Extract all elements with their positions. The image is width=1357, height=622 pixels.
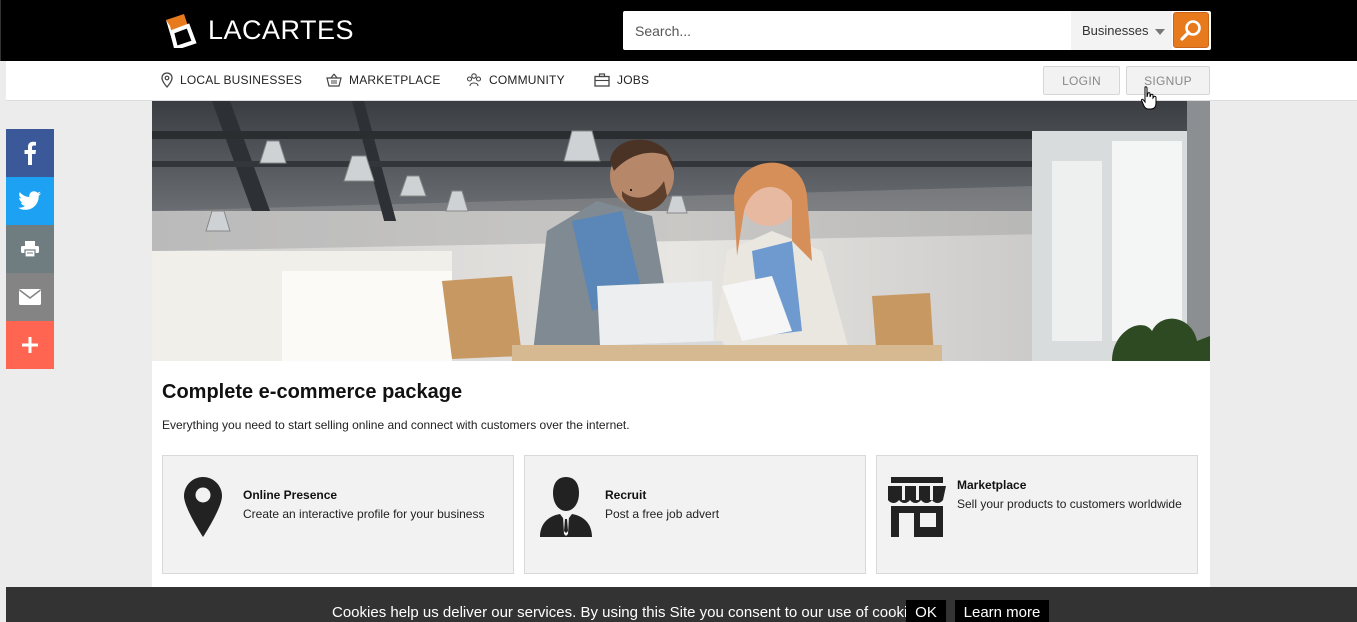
search-category-select[interactable]: Businesses — [1071, 11, 1172, 50]
nav-item-label: MARKETPLACE — [349, 73, 441, 87]
logo-text: LACARTES — [208, 14, 355, 45]
card-title: Recruit — [605, 488, 647, 502]
social-share-bar — [6, 129, 54, 369]
twitter-share-button[interactable] — [6, 177, 54, 225]
community-icon — [466, 73, 482, 87]
chevron-down-icon — [1155, 28, 1166, 35]
top-bar: LACARTES Businesses — [0, 0, 1357, 61]
cookie-learn-more-button[interactable]: Learn more — [955, 600, 1049, 622]
nav-item-label: LOCAL BUSINESSES — [180, 73, 303, 87]
logo-mark-icon — [166, 14, 197, 48]
cookie-message: Cookies help us deliver our services. By… — [332, 604, 928, 621]
facebook-icon — [24, 141, 36, 165]
search-input[interactable] — [623, 11, 1071, 50]
feature-card-online-presence[interactable]: Online Presence Create an interactive pr… — [162, 455, 514, 574]
print-icon — [21, 241, 39, 258]
feature-card-recruit[interactable]: Recruit Post a free job advert — [524, 455, 866, 574]
search-bar: Businesses — [623, 11, 1211, 50]
card-title: Online Presence — [243, 488, 338, 502]
plus-icon — [22, 337, 38, 353]
main-content: Complete e-commerce package Everything y… — [152, 101, 1210, 622]
briefcase-icon — [594, 73, 610, 87]
hand-cursor-icon — [1141, 86, 1157, 110]
search-category-label: Businesses — [1082, 23, 1149, 38]
email-share-button[interactable] — [6, 273, 54, 321]
print-share-button[interactable] — [6, 225, 54, 273]
hero-image — [152, 101, 1210, 361]
cookie-banner: Cookies help us deliver our services. By… — [6, 587, 1357, 622]
card-description: Post a free job advert — [605, 507, 720, 521]
cookie-ok-button[interactable]: OK — [906, 600, 946, 622]
nav-item-community[interactable]: COMMUNITY — [466, 61, 565, 99]
basket-icon — [326, 73, 342, 87]
card-description: Sell your products to customers worldwid… — [957, 497, 1182, 511]
nav-item-label: COMMUNITY — [489, 73, 565, 87]
nav-item-jobs[interactable]: JOBS — [594, 61, 649, 99]
login-button[interactable]: LOGIN — [1043, 66, 1120, 95]
nav-item-label: JOBS — [617, 73, 650, 87]
twitter-icon — [18, 191, 41, 210]
businessman-icon — [540, 477, 592, 537]
page-subtitle: Everything you need to start selling onl… — [162, 418, 630, 432]
facebook-share-button[interactable] — [6, 129, 54, 177]
card-description: Create an interactive profile for your b… — [243, 507, 485, 521]
email-icon — [19, 289, 41, 305]
feature-card-marketplace[interactable]: Marketplace Sell your products to custom… — [876, 455, 1198, 574]
card-title: Marketplace — [957, 478, 1027, 492]
location-pin-icon — [184, 477, 222, 537]
signup-button[interactable]: SIGNUP — [1126, 66, 1210, 95]
more-share-button[interactable] — [6, 321, 54, 369]
page-title: Complete e-commerce package — [162, 381, 463, 403]
logo[interactable]: LACARTES — [162, 10, 354, 50]
nav-item-marketplace[interactable]: MARKETPLACE — [326, 61, 441, 99]
search-icon — [1180, 20, 1201, 41]
search-button[interactable] — [1173, 12, 1209, 48]
map-pin-icon — [161, 72, 173, 88]
storefront-icon — [888, 477, 946, 537]
nav-item-local-businesses[interactable]: LOCAL BUSINESSES — [161, 61, 302, 99]
